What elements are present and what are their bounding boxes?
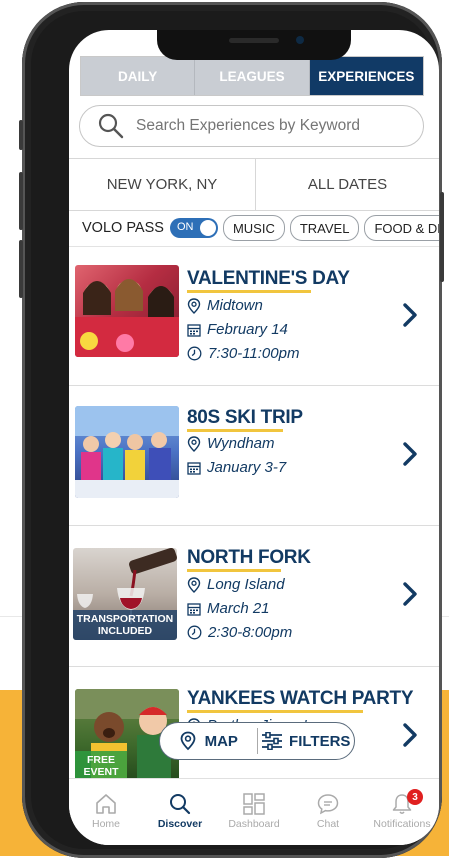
nav-chat[interactable]: Chat xyxy=(291,779,365,845)
location-date-row: NEW YORK, NY ALL DATES xyxy=(69,158,439,211)
date-selector[interactable]: ALL DATES xyxy=(256,159,439,210)
event-location-text: Long Island xyxy=(207,576,285,593)
event-location: Long Island xyxy=(187,576,285,593)
event-date-text: March 21 xyxy=(207,600,270,617)
location-pin-icon xyxy=(187,297,201,314)
bottom-nav: Home Discover Dashboard Chat 3 Notificat… xyxy=(69,778,439,845)
location-pin-icon xyxy=(187,576,201,593)
event-title: 80S SKI TRIP xyxy=(187,407,303,428)
ski-trip-photo xyxy=(75,406,179,498)
toggle-state-text: ON xyxy=(176,221,194,233)
event-date: March 21 xyxy=(187,600,270,617)
calendar-icon xyxy=(187,461,201,475)
nav-notifications-label: Notifications xyxy=(373,818,431,830)
title-underline xyxy=(187,569,281,572)
calendar-icon xyxy=(187,602,201,616)
mute-switch xyxy=(19,120,23,150)
free-event-badge: FREE EVENT xyxy=(75,751,127,781)
party-photo xyxy=(75,279,179,357)
volo-pass-label: VOLO PASS xyxy=(82,220,164,236)
search-input[interactable] xyxy=(134,116,408,136)
map-button[interactable]: MAP xyxy=(160,731,257,751)
list-item[interactable]: TRANSPORTATION INCLUDED NORTH FORK Long … xyxy=(69,526,439,667)
event-location: Midtown xyxy=(187,297,263,314)
event-thumbnail: TRANSPORTATION INCLUDED xyxy=(73,548,177,640)
phone-frame: DAILY LEAGUES EXPERIENCES NEW YORK, NY A… xyxy=(19,2,444,858)
event-location-text: Midtown xyxy=(207,297,263,314)
title-underline xyxy=(187,290,311,293)
phone-screen: DAILY LEAGUES EXPERIENCES NEW YORK, NY A… xyxy=(69,30,439,845)
transportation-badge: TRANSPORTATION INCLUDED xyxy=(73,610,177,640)
location-pin-icon xyxy=(187,435,201,452)
power-button xyxy=(440,192,444,282)
event-time-text: 7:30-11:00pm xyxy=(208,345,300,362)
list-item[interactable]: 80S SKI TRIP Wyndham January 3-7 xyxy=(69,386,439,526)
chip-food-drink[interactable]: FOOD & DR xyxy=(364,215,439,241)
search-bar[interactable] xyxy=(79,105,424,147)
speaker xyxy=(229,38,279,43)
nav-chat-label: Chat xyxy=(316,818,340,830)
event-date: February 14 xyxy=(187,321,288,338)
nav-home[interactable]: Home xyxy=(69,779,143,845)
nav-discover-label: Discover xyxy=(157,818,203,830)
event-time-text: 2:30-8:00pm xyxy=(208,624,293,641)
chevron-right-icon[interactable] xyxy=(402,582,418,606)
volume-up-button xyxy=(19,172,23,230)
sliders-icon xyxy=(262,732,283,750)
chip-travel[interactable]: TRAVEL xyxy=(289,215,360,241)
notch xyxy=(157,30,351,60)
event-date-text: February 14 xyxy=(207,321,288,338)
nav-discover[interactable]: Discover xyxy=(143,779,217,845)
title-underline xyxy=(187,710,363,713)
event-title: NORTH FORK xyxy=(187,547,311,568)
nav-dashboard-label: Dashboard xyxy=(228,818,280,830)
home-icon xyxy=(96,794,116,814)
event-date-text: January 3-7 xyxy=(207,459,287,476)
filters-button-label: FILTERS xyxy=(289,732,351,750)
chevron-right-icon[interactable] xyxy=(402,723,418,747)
nav-home-label: Home xyxy=(91,818,120,830)
event-location-text: Wyndham xyxy=(207,435,275,452)
location-selector[interactable]: NEW YORK, NY xyxy=(69,159,256,210)
calendar-icon xyxy=(187,323,201,337)
search-icon xyxy=(98,113,124,139)
nav-notifications[interactable]: 3 Notifications xyxy=(365,779,439,845)
event-time: 2:30-8:00pm xyxy=(187,624,292,641)
chevron-right-icon[interactable] xyxy=(402,442,418,466)
toggle-knob xyxy=(199,220,216,236)
dashboard-icon xyxy=(243,793,265,815)
category-tabs: DAILY LEAGUES EXPERIENCES xyxy=(80,56,424,96)
list-item[interactable]: VALENTINE'S DAY Midtown February 14 7:30… xyxy=(69,247,439,386)
event-time: 7:30-11:00pm xyxy=(187,345,299,362)
clock-icon xyxy=(187,625,202,640)
tab-daily[interactable]: DAILY xyxy=(81,57,196,95)
map-button-label: MAP xyxy=(204,732,238,750)
search-icon xyxy=(170,794,191,815)
map-filters-pill: MAP FILTERS xyxy=(159,722,355,760)
event-date: January 3-7 xyxy=(187,459,286,476)
event-thumbnail xyxy=(75,406,179,498)
nav-dashboard[interactable]: Dashboard xyxy=(217,779,291,845)
event-title: VALENTINE'S DAY xyxy=(187,268,350,289)
front-camera xyxy=(296,36,304,44)
notification-badge: 3 xyxy=(407,789,423,805)
volo-pass-toggle[interactable]: ON xyxy=(169,218,218,238)
event-title: YANKEES WATCH PARTY xyxy=(187,688,414,709)
filters-button[interactable]: FILTERS xyxy=(258,732,355,750)
tab-leagues[interactable]: LEAGUES xyxy=(195,57,310,95)
title-underline xyxy=(187,429,283,432)
filter-chips-row: VOLO PASS ON MUSIC TRAVEL FOOD & DR xyxy=(69,210,439,247)
chip-music[interactable]: MUSIC xyxy=(222,215,285,241)
map-pin-icon xyxy=(180,731,195,751)
chat-icon xyxy=(317,794,339,815)
volume-down-button xyxy=(19,240,23,298)
clock-icon xyxy=(187,346,202,361)
event-thumbnail xyxy=(75,265,179,357)
tab-experiences[interactable]: EXPERIENCES xyxy=(309,57,423,95)
chevron-right-icon[interactable] xyxy=(402,303,418,327)
event-location: Wyndham xyxy=(187,435,275,452)
